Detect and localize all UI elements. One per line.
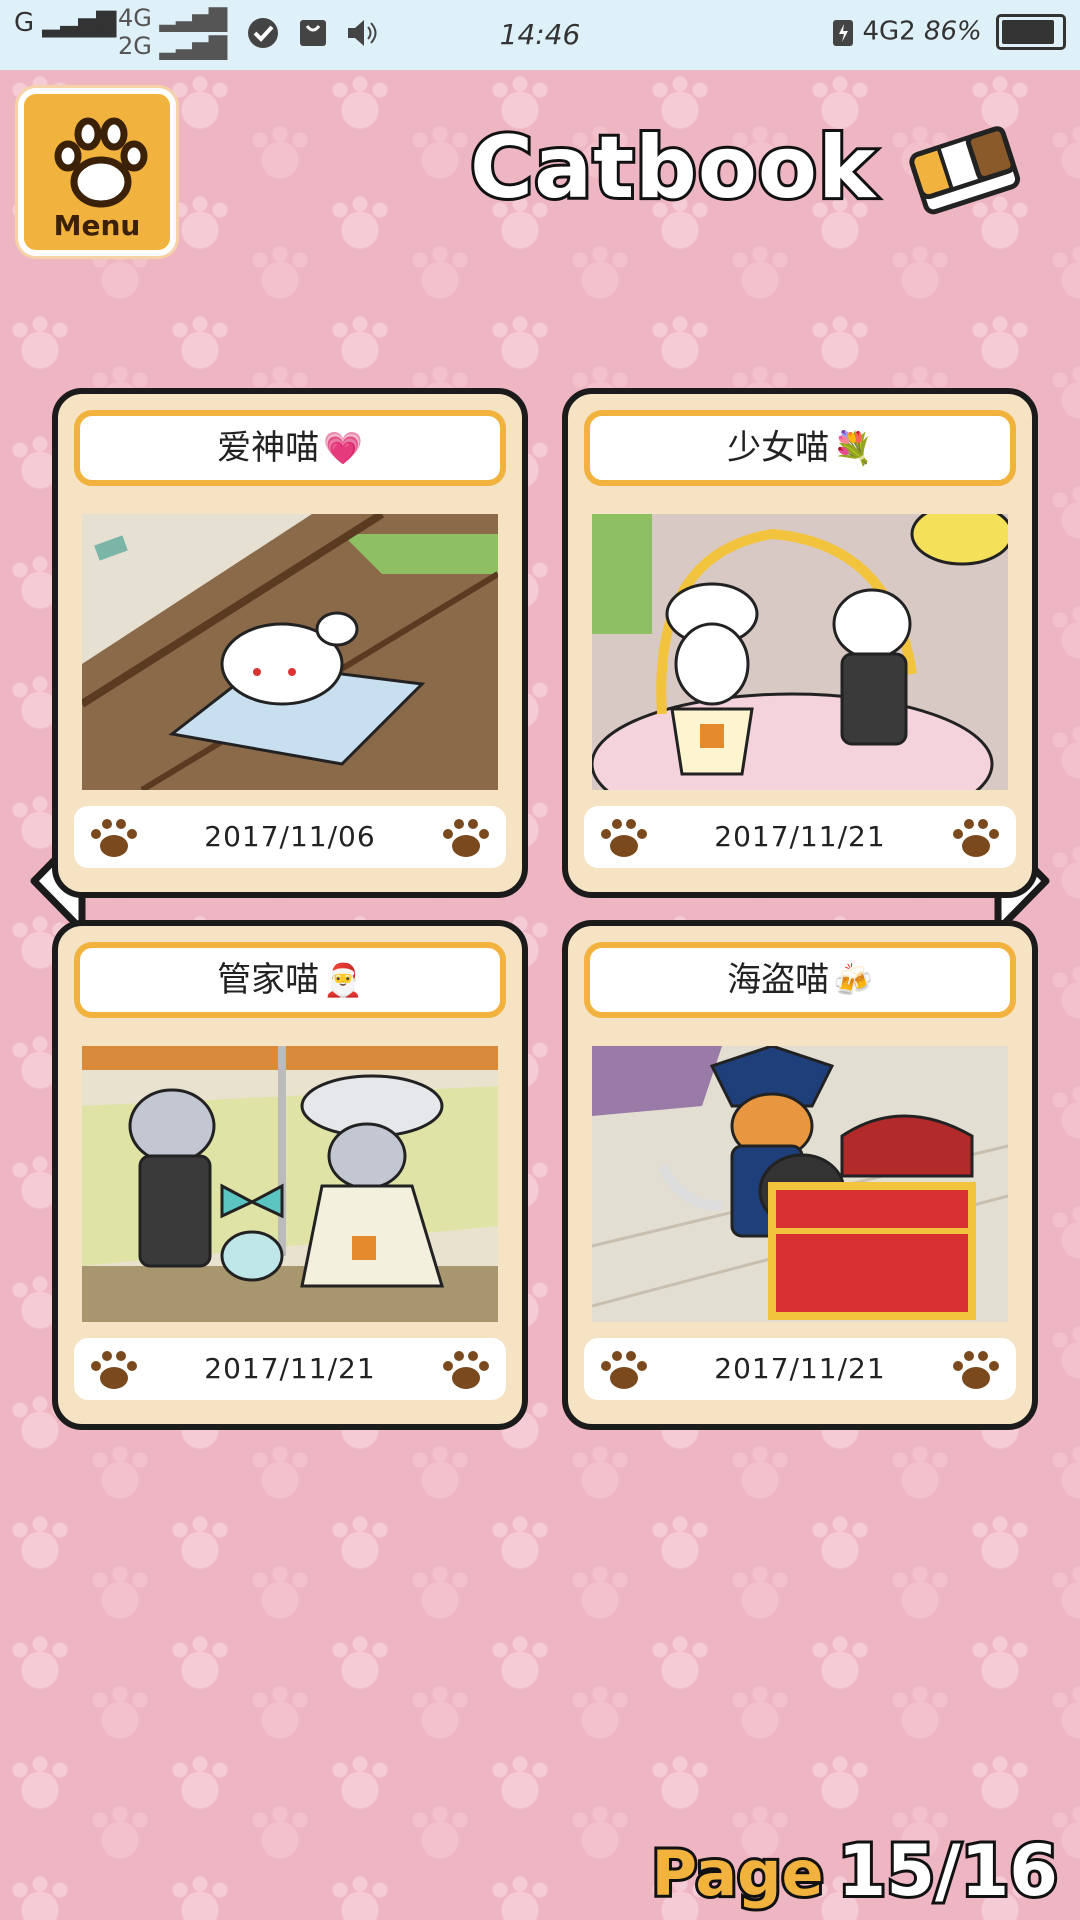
cat-name: 管家喵 <box>217 960 320 1000</box>
paw-icon <box>953 819 999 857</box>
cat-name-bar: 少女喵 💐 <box>584 410 1016 486</box>
cat-card[interactable]: 管家喵 🎅 2017/11/21 <box>52 920 528 1430</box>
beer-mugs-icon: 🍻 <box>833 961 873 999</box>
bouquet-icon: 💐 <box>833 429 873 467</box>
status-bar: G ▂▃▅▇ 4G ▂▃▅▇ 2G ▂▃▅▇ 14:46 4G2 86% <box>0 0 1080 70</box>
paw-icon <box>91 819 137 857</box>
paw-icon <box>91 1351 137 1389</box>
network-4g2-label: 4G2 <box>862 16 916 47</box>
status-right: 4G2 86% <box>832 14 1066 50</box>
cat-card[interactable]: 爱神喵 💗 2017/11/06 <box>52 388 528 898</box>
cat-card[interactable]: 海盗喵 🍻 2017/11/21 <box>562 920 1038 1430</box>
paw-icon <box>953 1351 999 1389</box>
cat-name-bar: 管家喵 🎅 <box>74 942 506 1018</box>
battery-icon <box>996 14 1066 50</box>
cat-name-bar: 海盗喵 🍻 <box>584 942 1016 1018</box>
date-bar: 2017/11/21 <box>74 1338 506 1400</box>
cat-date: 2017/11/06 <box>204 820 376 853</box>
catbook-book-icon <box>909 126 1021 215</box>
menu-button[interactable]: Menu <box>18 88 176 256</box>
cat-date: 2017/11/21 <box>204 1352 376 1385</box>
cat-photo <box>592 514 1008 790</box>
cat-date: 2017/11/21 <box>714 1352 886 1385</box>
cat-photo <box>592 1046 1008 1322</box>
cat-photo-image <box>82 514 498 790</box>
date-bar: 2017/11/21 <box>584 1338 1016 1400</box>
cat-name: 爱神喵 <box>217 428 320 468</box>
cat-photo-image <box>82 1046 498 1322</box>
cat-card[interactable]: 少女喵 💐 2017/11/21 <box>562 388 1038 898</box>
cat-name: 海盗喵 <box>727 960 830 1000</box>
charging-icon <box>833 20 854 46</box>
paw-icon <box>54 117 148 208</box>
date-bar: 2017/11/06 <box>74 806 506 868</box>
cat-photo-image <box>592 1046 1008 1322</box>
cat-photo-image <box>592 514 1008 790</box>
cat-date: 2017/11/21 <box>714 820 886 853</box>
date-bar: 2017/11/21 <box>584 806 1016 868</box>
cat-name-bar: 爱神喵 💗 <box>74 410 506 486</box>
paw-icon <box>601 819 647 857</box>
battery-percent: 86% <box>923 16 982 47</box>
page-number: 15/16 <box>835 1827 1061 1915</box>
menu-label: Menu <box>53 209 141 242</box>
page-label: Page <box>649 1834 827 1913</box>
page-indicator: Page 15/16 <box>649 1827 1061 1915</box>
paw-icon <box>443 819 489 857</box>
heart-icon: 💗 <box>323 429 363 467</box>
santa-icon: 🎅 <box>323 961 363 999</box>
page-title: Catbook <box>467 115 878 221</box>
cat-photo <box>82 1046 498 1322</box>
cat-name: 少女喵 <box>727 428 830 468</box>
cat-photo <box>82 514 498 790</box>
paw-icon <box>443 1351 489 1389</box>
paw-icon <box>601 1351 647 1389</box>
